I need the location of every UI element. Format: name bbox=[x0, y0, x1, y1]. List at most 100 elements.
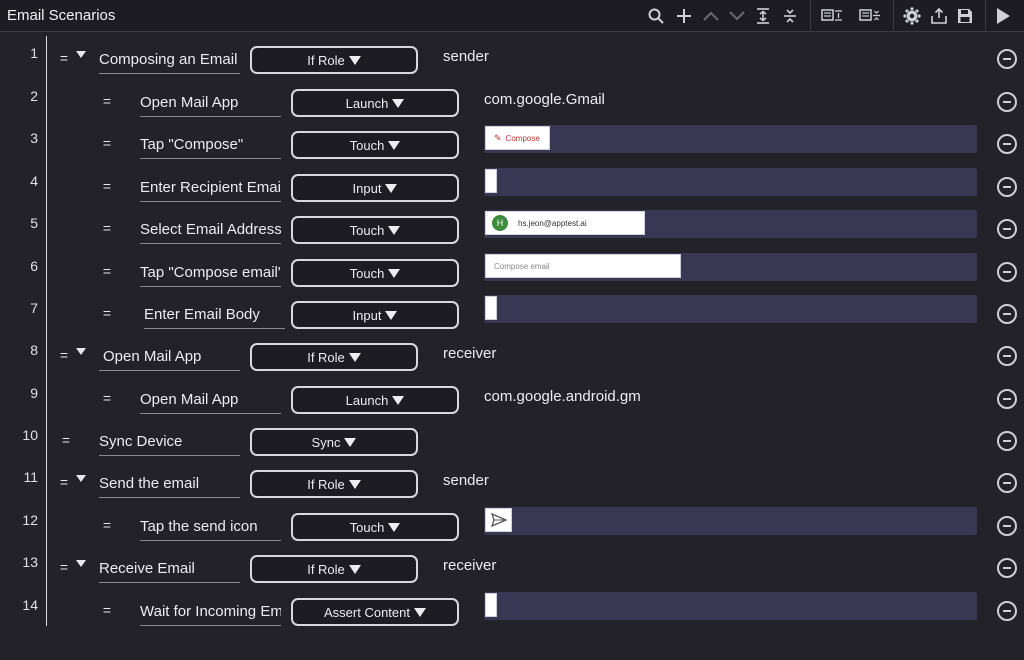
drag-handle-icon[interactable]: = bbox=[101, 263, 113, 279]
settings-icon[interactable] bbox=[900, 4, 924, 28]
move-up-icon[interactable] bbox=[699, 4, 723, 28]
action-dropdown[interactable]: Touch bbox=[291, 259, 459, 287]
image-param-field[interactable]: ✎ Compose bbox=[484, 125, 977, 153]
remove-step-icon[interactable] bbox=[997, 389, 1017, 409]
add-icon[interactable] bbox=[672, 4, 696, 28]
run-icon[interactable] bbox=[991, 4, 1015, 28]
line-number: 9 bbox=[30, 385, 38, 401]
remove-step-icon[interactable] bbox=[997, 601, 1017, 621]
expand-text-icon[interactable] bbox=[820, 4, 844, 28]
step-row: 3 = Tap "Compose" Touch ✎ Compose bbox=[0, 125, 1024, 172]
search-icon[interactable] bbox=[644, 4, 668, 28]
action-dropdown[interactable]: Input bbox=[291, 174, 459, 202]
drag-handle-icon[interactable]: = bbox=[58, 50, 70, 66]
drag-handle-icon[interactable]: = bbox=[101, 135, 113, 151]
remove-step-icon[interactable] bbox=[997, 304, 1017, 324]
step-name[interactable]: Enter Recipient Email bbox=[140, 176, 281, 202]
step-name[interactable]: Tap "Compose" bbox=[140, 133, 281, 159]
step-name[interactable]: Tap the send icon bbox=[140, 515, 281, 541]
drag-handle-icon[interactable]: = bbox=[101, 305, 113, 321]
collapse-caret-icon[interactable] bbox=[76, 475, 86, 482]
action-dropdown[interactable]: Sync bbox=[250, 428, 418, 456]
remove-step-icon[interactable] bbox=[997, 219, 1017, 239]
save-icon[interactable] bbox=[953, 4, 977, 28]
line-number: 4 bbox=[30, 173, 38, 189]
remove-step-icon[interactable] bbox=[997, 92, 1017, 112]
action-dropdown[interactable]: Touch bbox=[291, 131, 459, 159]
step-name[interactable]: Enter Email Body bbox=[144, 303, 285, 329]
image-param-field[interactable]: Compose email bbox=[484, 253, 977, 281]
drag-handle-icon[interactable]: = bbox=[101, 93, 113, 109]
step-name[interactable]: Composing an Email bbox=[99, 48, 240, 74]
collapse-caret-icon[interactable] bbox=[76, 560, 86, 567]
action-dropdown[interactable]: Assert Content bbox=[291, 598, 459, 626]
step-name[interactable]: Open Mail App bbox=[140, 91, 281, 117]
expand-all-icon[interactable] bbox=[751, 4, 775, 28]
remove-step-icon[interactable] bbox=[997, 134, 1017, 154]
collapse-all-icon[interactable] bbox=[778, 4, 802, 28]
drag-handle-icon[interactable]: = bbox=[58, 474, 70, 490]
dropdown-arrow-icon bbox=[388, 522, 401, 532]
drag-handle-icon[interactable]: = bbox=[101, 220, 113, 236]
action-dropdown[interactable]: Touch bbox=[291, 513, 459, 541]
remove-step-icon[interactable] bbox=[997, 516, 1017, 536]
remove-step-icon[interactable] bbox=[997, 431, 1017, 451]
image-param-field[interactable]: Hhs.jeon@apptest.ai bbox=[484, 210, 977, 238]
toolbar: Email Scenarios bbox=[0, 0, 1024, 32]
step-name[interactable]: Receive Email bbox=[99, 557, 240, 583]
step-name[interactable]: Sync Device bbox=[99, 430, 240, 456]
param-value[interactable]: sender bbox=[443, 48, 489, 65]
action-dropdown[interactable]: If Role bbox=[250, 470, 418, 498]
action-dropdown[interactable]: If Role bbox=[250, 555, 418, 583]
image-param-field[interactable] bbox=[484, 295, 977, 323]
param-value[interactable]: receiver bbox=[443, 557, 496, 574]
drag-handle-icon[interactable]: = bbox=[60, 432, 72, 448]
remove-step-icon[interactable] bbox=[997, 473, 1017, 493]
step-row: 12 = Tap the send icon Touch bbox=[0, 507, 1024, 554]
action-dropdown[interactable]: Launch bbox=[291, 89, 459, 117]
drag-handle-icon[interactable]: = bbox=[101, 602, 113, 618]
step-name[interactable]: Tap "Compose email" bbox=[140, 261, 281, 287]
drag-handle-icon[interactable]: = bbox=[101, 178, 113, 194]
action-dropdown[interactable]: If Role bbox=[250, 343, 418, 371]
image-param-field[interactable] bbox=[484, 168, 977, 196]
step-name[interactable]: Open Mail App bbox=[99, 345, 240, 371]
collapse-caret-icon[interactable] bbox=[76, 51, 86, 58]
action-dropdown[interactable]: Input bbox=[291, 301, 459, 329]
param-value[interactable]: sender bbox=[443, 472, 489, 489]
remove-step-icon[interactable] bbox=[997, 262, 1017, 282]
step-name[interactable]: Select Email Address bbox=[140, 218, 281, 244]
step-name[interactable]: Open Mail App bbox=[140, 388, 281, 414]
image-param-field[interactable] bbox=[484, 592, 977, 620]
param-value[interactable]: receiver bbox=[443, 345, 496, 362]
drag-handle-icon[interactable]: = bbox=[58, 347, 70, 363]
step-row: 4 = Enter Recipient Email Input bbox=[0, 168, 1024, 215]
remove-step-icon[interactable] bbox=[997, 558, 1017, 578]
action-label: If Role bbox=[307, 476, 345, 492]
step-name[interactable]: Wait for Incoming Email bbox=[140, 600, 281, 626]
drag-handle-icon[interactable]: = bbox=[101, 390, 113, 406]
remove-step-icon[interactable] bbox=[997, 177, 1017, 197]
remove-step-icon[interactable] bbox=[997, 49, 1017, 69]
action-label: If Role bbox=[307, 349, 345, 365]
collapse-text-icon[interactable] bbox=[858, 4, 882, 28]
export-icon[interactable] bbox=[927, 4, 951, 28]
image-thumbnail bbox=[485, 593, 497, 617]
action-dropdown[interactable]: Launch bbox=[291, 386, 459, 414]
toolbar-divider bbox=[810, 0, 811, 32]
param-value[interactable]: com.google.Gmail bbox=[484, 91, 605, 108]
step-name[interactable]: Send the email bbox=[99, 472, 240, 498]
image-param-field[interactable] bbox=[484, 507, 977, 535]
action-dropdown[interactable]: If Role bbox=[250, 46, 418, 74]
step-row: 10 = Sync Device Sync bbox=[0, 427, 1024, 469]
drag-handle-icon[interactable]: = bbox=[101, 517, 113, 533]
line-number: 3 bbox=[30, 130, 38, 146]
drag-handle-icon[interactable]: = bbox=[58, 559, 70, 575]
remove-step-icon[interactable] bbox=[997, 346, 1017, 366]
line-number: 5 bbox=[30, 215, 38, 231]
collapse-caret-icon[interactable] bbox=[76, 348, 86, 355]
move-down-icon[interactable] bbox=[725, 4, 749, 28]
action-dropdown[interactable]: Touch bbox=[291, 216, 459, 244]
compose-email-thumbnail: Compose email bbox=[485, 254, 681, 278]
param-value[interactable]: com.google.android.gm bbox=[484, 388, 641, 405]
